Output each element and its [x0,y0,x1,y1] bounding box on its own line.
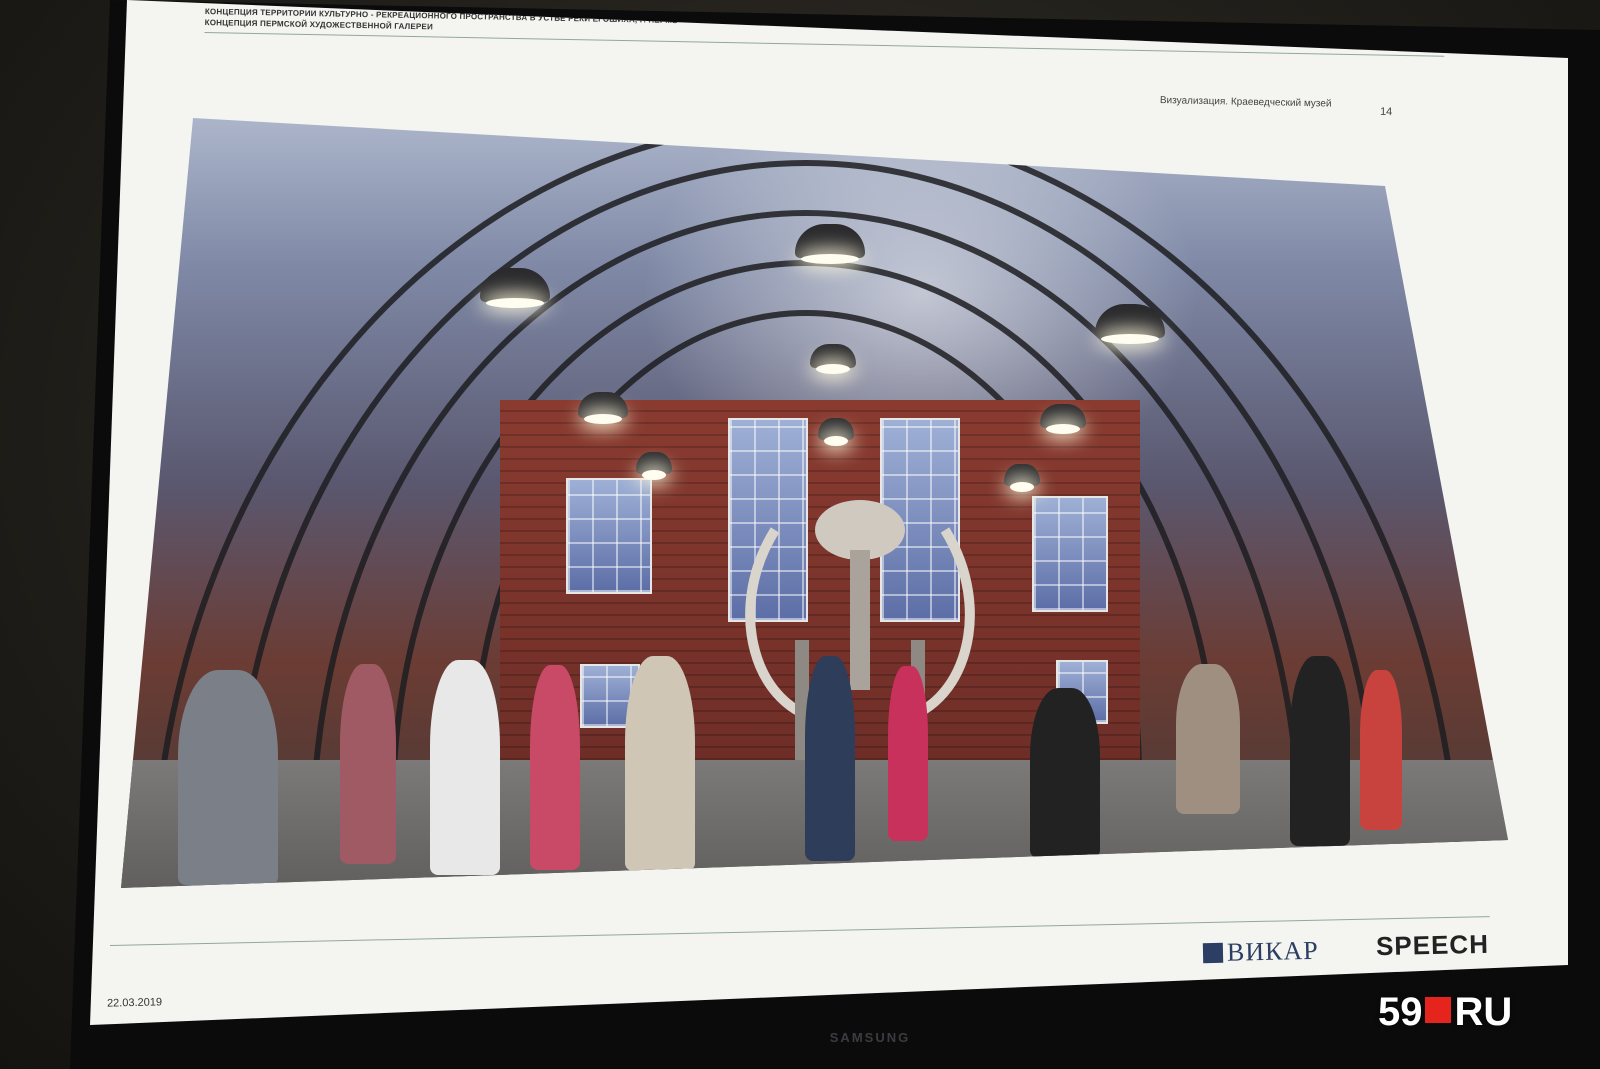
visitor-figure [1176,664,1240,814]
visitor-figure [1360,670,1402,830]
visitor-figure [340,664,396,864]
watermark-red-square-icon [1424,997,1451,1023]
vikar-logo-text: ВИКАР [1226,935,1319,967]
mammoth-skeleton-icon [745,500,975,760]
presentation-slide: КОНЦЕПЦИЯ ТЕРРИТОРИИ КУЛЬТУРНО - РЕКРЕАЦ… [90,0,1568,1025]
visitor-figure [805,656,855,861]
museum-visualization-image [121,118,1508,888]
watermark-suffix: RU [1454,990,1513,1034]
pendant-lamp-icon [1040,404,1086,434]
wide-window [1032,496,1108,612]
pendant-lamp-icon [810,344,856,374]
visitor-figure [625,656,695,871]
visitor-figure [430,660,500,875]
vikar-logo: ВИКАР [1202,935,1319,968]
speech-logo: SPEECH [1375,928,1490,962]
wide-window [566,478,652,594]
pendant-lamp-icon [1004,464,1040,492]
visitor-figure [178,670,278,885]
pendant-lamp-icon [636,452,672,480]
visitor-figure [888,666,928,841]
watermark-number: 59 [1378,990,1423,1034]
site-watermark: 59 RU [1378,990,1512,1036]
pendant-lamp-icon [818,418,854,446]
slide-date: 22.03.2019 [106,996,163,1010]
monitor-brand-label: SAMSUNG [829,1030,911,1045]
slide-caption: Визуализация. Краеведческий музей [1159,95,1332,110]
visitor-figure [1290,656,1350,846]
visitor-figure [1030,688,1100,858]
visitor-figure [530,665,580,870]
pendant-lamp-icon [578,392,628,424]
slide-page-number: 14 [1379,105,1393,119]
vikar-logo-mark-icon [1202,942,1224,964]
